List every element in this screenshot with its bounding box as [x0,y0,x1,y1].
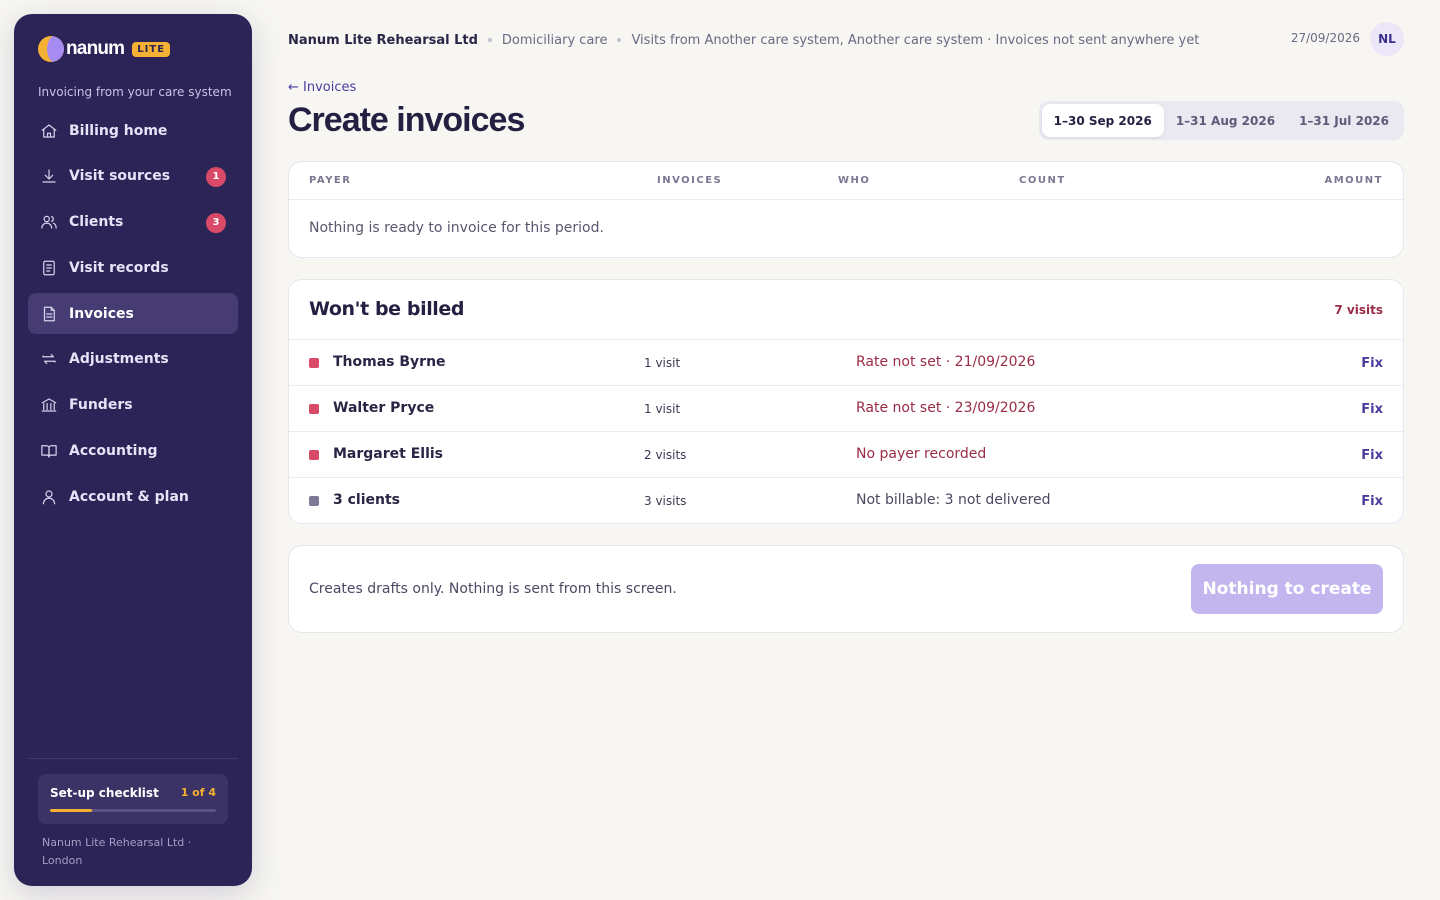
users-icon [40,213,58,231]
visit-sources-count-badge: 1 [206,166,226,187]
sidebar-item-label: Clients [69,214,124,231]
sidebar-item-label: Funders [69,397,133,414]
unbilled-reason: Rate not set · 21/09/2026 [856,354,1036,370]
client-name: Margaret Ellis [333,446,444,462]
sidebar-item-billing-home[interactable]: Billing home [28,110,238,151]
unbilled-reason: Rate not set · 23/09/2026 [856,400,1036,416]
user-icon [40,488,58,506]
column-header-count[interactable]: COUNT [1019,175,1066,186]
client-name: 3 clients [333,492,400,508]
unbilled-visit-count: 7 visits [1334,303,1383,317]
brand-logo[interactable]: nanum LITE [38,36,171,62]
care-type: Domiciliary care [501,32,608,48]
setup-checklist[interactable]: Set-up checklist 1 of 4 [38,774,228,824]
brand-name: nanum [66,38,125,59]
plan-badge: LITE [132,41,171,57]
book-icon [40,442,58,460]
sidebar-item-label: Invoices [69,305,134,322]
visit-count: 3 visits [644,494,687,508]
sidebar-item-label: Accounting [69,443,158,460]
sidebar-item-accounting[interactable]: Accounting [28,431,238,472]
user-avatar[interactable]: NL [1370,22,1404,56]
checklist-progress-fill [50,809,92,812]
download-icon [40,167,58,185]
visit-count: 2 visits [644,448,687,462]
fix-link[interactable]: Fix [1361,494,1383,509]
fix-link[interactable]: Fix [1361,356,1383,371]
arrows-icon [40,350,58,368]
column-header-who[interactable]: WHO [838,175,870,186]
separator-dot [617,38,622,42]
fix-link[interactable]: Fix [1361,402,1383,417]
unbilled-reason: Not billable: 3 not delivered [856,492,1051,508]
invoice-icon [40,305,58,323]
wont-be-billed-header: Won't be billed 7 visits [289,280,1403,340]
column-header-invoices[interactable]: INVOICES [657,175,722,186]
table-header: PAYER INVOICES WHO COUNT AMOUNT [289,162,1403,200]
sidebar-item-account-plan[interactable]: Account & plan [28,476,238,517]
period-tab-jul-2026[interactable]: 1–31 Jul 2026 [1287,104,1401,137]
top-bar: Nanum Lite Rehearsal Ltd Domiciliary car… [288,22,1404,56]
logo-mark-icon [38,36,64,62]
checklist-title: Set-up checklist [50,786,159,800]
status-dot [309,496,319,506]
bank-icon [40,396,58,414]
back-to-invoices-link[interactable]: ← Invoices [288,80,356,95]
clients-count-badge: 3 [206,212,226,233]
period-tab-aug-2026[interactable]: 1–31 Aug 2026 [1164,104,1287,137]
column-header-amount[interactable]: AMOUNT [1324,175,1383,186]
unbilled-reason: No payer recorded [856,446,987,462]
period-tab-sep-2026[interactable]: 1–30 Sep 2026 [1041,104,1164,137]
sidebar-item-invoices[interactable]: Invoices [28,293,238,335]
sidebar-item-label: Visit records [69,259,169,276]
create-action-card: Creates drafts only. Nothing is sent fro… [288,545,1404,633]
status-dot [309,450,319,460]
sidebar-item-label: Account & plan [69,488,189,505]
sidebar-item-visit-sources[interactable]: Visit sources 1 [28,156,238,197]
wont-be-billed-card: Won't be billed 7 visits Thomas Byrne 1 … [288,279,1404,524]
sidebar-org-location: Nanum Lite Rehearsal Ltd · London [42,836,192,867]
sidebar-divider [28,758,238,759]
status-dot [309,404,319,414]
table-row: 3 clients 3 visits Not billable: 3 not d… [289,478,1403,524]
table-row: Thomas Byrne 1 visit Rate not set · 21/0… [289,340,1403,386]
org-name: Nanum Lite Rehearsal Ltd [288,32,478,48]
page-title: Create invoices [288,101,525,139]
document-icon [40,259,58,277]
invoice-table-card: PAYER INVOICES WHO COUNT AMOUNT Nothing … [288,161,1404,258]
section-title: Won't be billed [309,298,465,320]
table-row: Walter Pryce 1 visit Rate not set · 23/0… [289,386,1403,432]
brand-tagline: Invoicing from your care system [38,85,232,99]
create-invoices-button[interactable]: Nothing to create [1191,564,1383,614]
status-dot [309,358,319,368]
sidebar: nanum LITE Invoicing from your care syst… [14,14,252,886]
sidebar-item-clients[interactable]: Clients 3 [28,202,238,243]
separator-dot [487,38,492,42]
sidebar-nav: Billing home Visit sources 1 Clients 3 V… [28,110,238,522]
visit-count: 1 visit [644,356,681,370]
source-note: Visits from Another care system, Another… [631,32,1200,48]
drafts-note: Creates drafts only. Nothing is sent fro… [309,581,677,597]
client-name: Walter Pryce [333,400,435,416]
home-icon [40,122,58,140]
table-row: Margaret Ellis 2 visits No payer recorde… [289,432,1403,478]
client-name: Thomas Byrne [333,354,446,370]
sidebar-item-label: Billing home [69,122,168,139]
empty-state-message: Nothing is ready to invoice for this per… [309,220,604,236]
checklist-progress-bar [50,809,216,812]
column-header-payer[interactable]: PAYER [309,175,351,186]
sidebar-item-adjustments[interactable]: Adjustments [28,339,238,380]
period-selector: 1–30 Sep 2026 1–31 Aug 2026 1–31 Jul 202… [1038,101,1404,140]
sidebar-item-visit-records[interactable]: Visit records [28,247,238,288]
sidebar-item-funders[interactable]: Funders [28,385,238,426]
fix-link[interactable]: Fix [1361,448,1383,463]
visit-count: 1 visit [644,402,681,416]
current-date: 27/09/2026 [1290,31,1360,45]
sidebar-item-label: Adjustments [69,351,169,368]
checklist-progress-text: 1 of 4 [180,786,216,799]
sidebar-item-label: Visit sources [69,168,171,185]
